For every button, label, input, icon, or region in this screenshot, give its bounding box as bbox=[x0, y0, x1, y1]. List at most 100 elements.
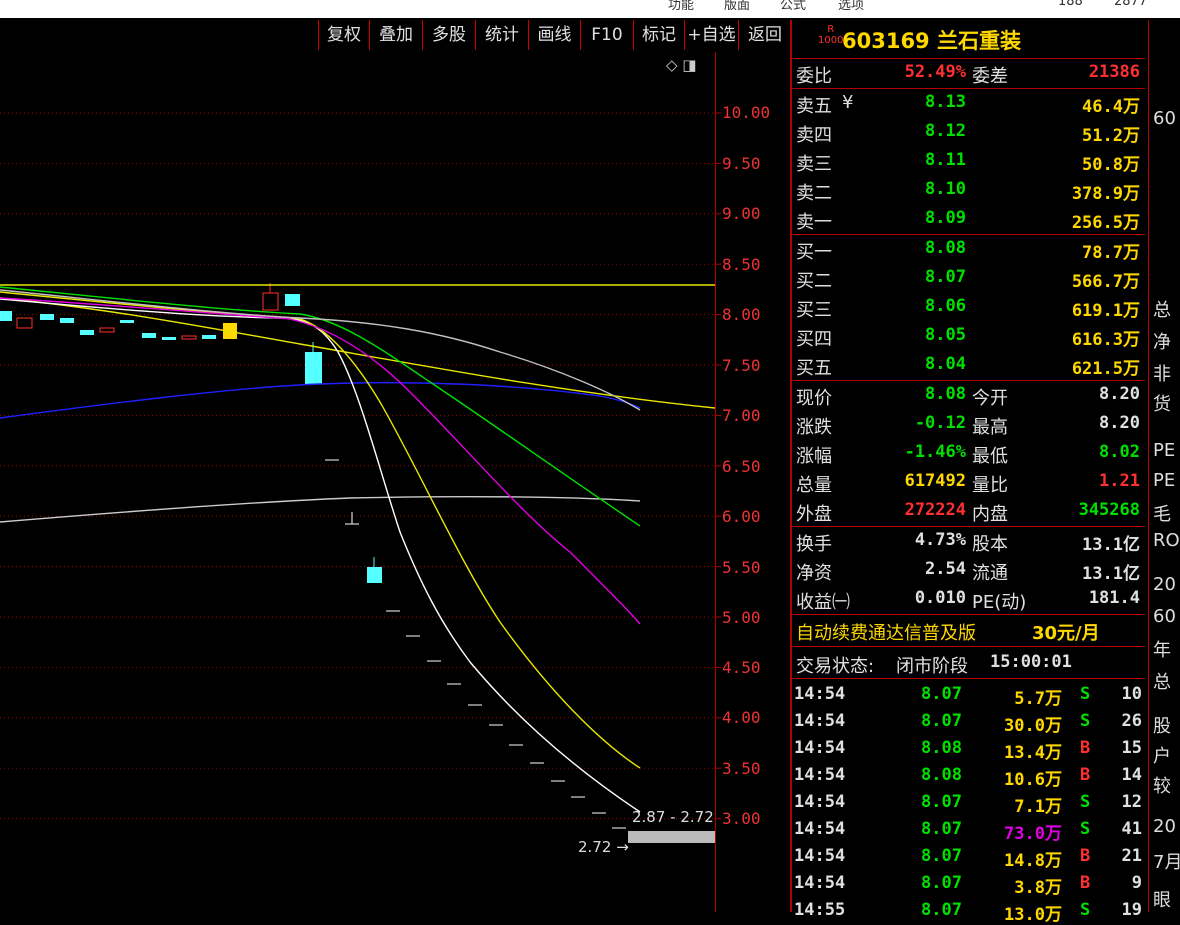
statistics-button[interactable]: 统计 bbox=[475, 20, 528, 50]
fuquan-button[interactable]: 复权 bbox=[318, 20, 369, 50]
clipped-label: 货 bbox=[1153, 394, 1171, 415]
r-badge: R 1000 bbox=[818, 24, 843, 46]
buy-level-row: 买五 8.04 621.5万 bbox=[792, 352, 1145, 380]
menu-count-2: 2877 bbox=[1114, 0, 1148, 9]
fund-label: PE(动) bbox=[972, 592, 1027, 613]
sep bbox=[792, 678, 1145, 679]
menu-options[interactable]: 选项 bbox=[838, 0, 864, 13]
level-price: 8.07 bbox=[925, 267, 966, 287]
level-price: 8.10 bbox=[925, 179, 966, 199]
overlay-button[interactable]: 叠加 bbox=[369, 20, 422, 50]
trade-row: 14:54 8.08 10.6万 B 14 bbox=[792, 763, 1145, 790]
trade-count: 19 bbox=[1121, 900, 1142, 920]
trade-volume: 13.0万 bbox=[1004, 905, 1062, 925]
candle bbox=[0, 311, 12, 321]
fund-row: 收益㈠ 0.010 PE(动) 181.4 bbox=[792, 586, 1145, 614]
candle bbox=[60, 318, 74, 323]
level-volume: 50.8万 bbox=[1082, 155, 1140, 175]
trade-side: B bbox=[1080, 846, 1091, 866]
menu-function[interactable]: 功能 bbox=[668, 0, 694, 13]
trade-time: 14:54 bbox=[794, 765, 846, 785]
stock-header: R 1000 603169 兰石重装 bbox=[792, 20, 1145, 58]
price-tick: 9.00 bbox=[722, 204, 761, 223]
candle bbox=[367, 567, 382, 583]
mark-button[interactable]: 标记 bbox=[633, 20, 684, 50]
trade-price: 8.07 bbox=[921, 711, 962, 731]
quote-label: 内盘 bbox=[972, 504, 1008, 525]
quote-value: 8.08 bbox=[925, 384, 966, 404]
trade-count: 9 bbox=[1131, 873, 1142, 893]
quote-label: 总量 bbox=[796, 475, 832, 496]
buy-level-row: 买四 8.05 616.3万 bbox=[792, 323, 1145, 351]
chart-mode-icons[interactable]: ◇ ◨ bbox=[666, 56, 696, 74]
level-label: 卖三 bbox=[796, 154, 832, 175]
price-tick: 6.50 bbox=[722, 457, 761, 476]
clipped-label: 7月 bbox=[1153, 852, 1180, 873]
level-label: 买五 bbox=[796, 358, 832, 379]
sep bbox=[792, 526, 1145, 527]
clipped-label: 总 bbox=[1153, 672, 1171, 693]
level-volume: 256.5万 bbox=[1071, 213, 1140, 233]
add-watchlist-button[interactable]: +自选 bbox=[684, 20, 738, 50]
clipped-label: PE bbox=[1153, 440, 1176, 461]
clipped-label: 60 bbox=[1153, 108, 1176, 129]
yuan-flag: ¥ bbox=[842, 92, 854, 113]
menu-formula[interactable]: 公式 bbox=[780, 0, 806, 13]
trade-volume: 73.0万 bbox=[1004, 824, 1062, 844]
level-price: 8.11 bbox=[925, 150, 966, 170]
quote-value: -1.46% bbox=[904, 442, 966, 462]
price-tick: 7.00 bbox=[722, 406, 761, 425]
fund-value: 181.4 bbox=[1088, 588, 1140, 608]
buy-level-row: 买三 8.06 619.1万 bbox=[792, 294, 1145, 322]
range-annotation: 2.87 - 2.72 bbox=[632, 808, 714, 826]
clipped-label: 眼 bbox=[1153, 890, 1171, 911]
ma-line-blue bbox=[0, 381, 641, 419]
sep bbox=[792, 58, 1145, 59]
quote-value: 272224 bbox=[904, 500, 966, 520]
f10-button[interactable]: F10 bbox=[580, 20, 633, 50]
quote-row: 涨幅 -1.46% 最低 8.02 bbox=[792, 440, 1145, 468]
back-button[interactable]: 返回 bbox=[738, 20, 792, 50]
trade-volume: 3.8万 bbox=[1014, 878, 1062, 898]
trade-side: S bbox=[1080, 900, 1091, 920]
promo-banner[interactable]: 自动续费通达信普及版 30元/月 bbox=[792, 617, 1145, 645]
arrow-right-icon: → bbox=[616, 838, 629, 856]
ma-line-gray bbox=[0, 496, 641, 523]
trade-count: 41 bbox=[1121, 819, 1142, 839]
level-volume: 51.2万 bbox=[1082, 126, 1140, 146]
multi-stock-button[interactable]: 多股 bbox=[422, 20, 475, 50]
quote-value: 345268 bbox=[1078, 500, 1140, 520]
level-price: 8.08 bbox=[925, 238, 966, 258]
quote-label: 外盘 bbox=[796, 504, 832, 525]
price-tick: 6.00 bbox=[722, 507, 761, 526]
price-tick: 5.50 bbox=[722, 558, 761, 577]
trade-side: B bbox=[1080, 765, 1091, 785]
quote-row: 涨跌 -0.12 最高 8.20 bbox=[792, 411, 1145, 439]
promo-text: 自动续费通达信普及版 bbox=[796, 623, 976, 644]
trade-volume: 30.0万 bbox=[1004, 716, 1062, 736]
trade-time: 14:55 bbox=[794, 900, 846, 920]
candle bbox=[80, 330, 94, 335]
draw-line-button[interactable]: 画线 bbox=[528, 20, 580, 50]
level-volume: 619.1万 bbox=[1071, 301, 1140, 321]
clipped-label: 非 bbox=[1153, 364, 1171, 385]
trade-time: 14:54 bbox=[794, 738, 846, 758]
sep bbox=[792, 380, 1145, 381]
status-value: 闭市阶段 bbox=[896, 656, 968, 677]
candle bbox=[202, 335, 216, 339]
fund-row: 净资 2.54 流通 13.1亿 bbox=[792, 557, 1145, 585]
level-volume: 78.7万 bbox=[1082, 243, 1140, 263]
kline-chart[interactable]: ◇ ◨ 10.00 9.50 9.00 8.50 8.00 7.50 7.00 … bbox=[0, 52, 790, 912]
trade-count: 12 bbox=[1121, 792, 1142, 812]
level-label: 卖四 bbox=[796, 125, 832, 146]
menu-layout[interactable]: 版面 bbox=[724, 0, 750, 13]
volume-bar-gray bbox=[628, 831, 715, 843]
price-tick: 4.50 bbox=[722, 658, 761, 677]
trade-count: 26 bbox=[1121, 711, 1142, 731]
trade-time: 14:54 bbox=[794, 873, 846, 893]
buy-level-row: 买一 8.08 78.7万 bbox=[792, 236, 1145, 264]
level-label: 买一 bbox=[796, 242, 832, 263]
trade-status-row: 交易状态: 闭市阶段 15:00:01 bbox=[792, 650, 1145, 678]
candle bbox=[262, 292, 279, 311]
level-price: 8.04 bbox=[925, 354, 966, 374]
